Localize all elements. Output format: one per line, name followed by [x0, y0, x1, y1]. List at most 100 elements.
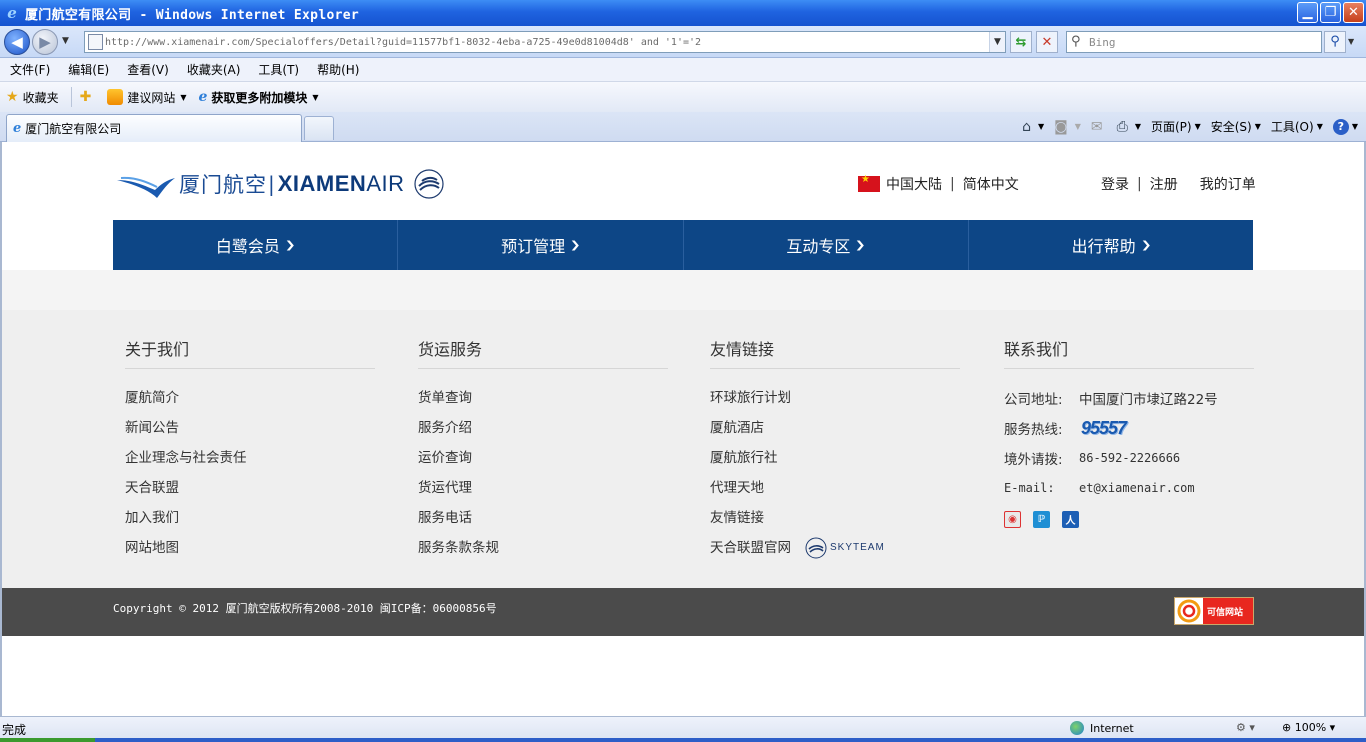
- footer-link[interactable]: 厦航旅行社: [710, 443, 960, 473]
- maximize-button[interactable]: ❐: [1320, 2, 1341, 23]
- chevron-down-icon: ▼: [1194, 122, 1201, 131]
- footer-column-links: 友情链接 环球旅行计划 厦航酒店 厦航旅行社 代理天地 友情链接 天合联盟官网: [710, 336, 960, 563]
- minimize-button[interactable]: ▁: [1297, 2, 1318, 23]
- footer-link[interactable]: 货单查询: [418, 383, 668, 413]
- footer-link[interactable]: 服务电话: [418, 503, 668, 533]
- page-viewport[interactable]: 厦门航空 | XIAMENAIR 中国大陆 | 简体中文 登录 | 注: [0, 142, 1366, 716]
- search-options-dropdown-icon[interactable]: ▼: [1348, 37, 1354, 46]
- footer-link[interactable]: 加入我们: [125, 503, 375, 533]
- nav-travel-help[interactable]: 出行帮助 ❯: [969, 220, 1253, 270]
- zoom-level-button[interactable]: ⊕ 100% ▾: [1282, 721, 1335, 734]
- search-button[interactable]: ⚲: [1324, 31, 1346, 53]
- renren-icon[interactable]: 人: [1062, 511, 1079, 528]
- read-mail-button[interactable]: ✉: [1091, 119, 1107, 135]
- command-bar: ⌂ ▼ ◙ ▼ ✉ ⎙ ▼ 页面(P) ▼ 安全(S) ▼ 工具(O) ▼ ? ▼: [1022, 118, 1358, 135]
- footer-column-title: 货运服务: [418, 336, 668, 369]
- chevron-down-icon: ▼: [1037, 122, 1045, 131]
- refresh-button[interactable]: ⇆: [1010, 31, 1032, 53]
- forward-button[interactable]: ▶: [32, 29, 58, 55]
- weibo-icon[interactable]: ◉: [1004, 511, 1021, 528]
- footer-column-about: 关于我们 厦航简介 新闻公告 企业理念与社会责任 天合联盟 加入我们 网站地图: [125, 336, 375, 563]
- address-input[interactable]: http://www.xiamenair.com/Specialoffers/D…: [84, 31, 1006, 53]
- safety-menu[interactable]: 安全(S) ▼: [1211, 118, 1261, 135]
- back-button[interactable]: ◀: [4, 29, 30, 55]
- nav-egret-membership[interactable]: 白鹭会员 ❯: [113, 220, 399, 270]
- footer-link[interactable]: 网站地图: [125, 533, 375, 563]
- footer-links: 关于我们 厦航简介 新闻公告 企业理念与社会责任 天合联盟 加入我们 网站地图 …: [2, 310, 1364, 588]
- footer-link[interactable]: 厦航简介: [125, 383, 375, 413]
- social-links: ◉ ℙ 人: [1004, 511, 1254, 528]
- add-to-favorites-bar-button[interactable]: ✚: [80, 89, 96, 105]
- menu-tools[interactable]: 工具(T): [258, 61, 299, 78]
- security-zone[interactable]: Internet: [1070, 721, 1134, 735]
- hotline-number: 95557: [1081, 417, 1127, 438]
- logo-divider: |: [268, 172, 275, 196]
- skyteam-badge[interactable]: SKYTEAM: [805, 537, 885, 559]
- protected-mode-icon[interactable]: ⚙ ▾: [1236, 721, 1255, 734]
- menu-edit[interactable]: 编辑(E): [68, 61, 109, 78]
- xiamenair-logo[interactable]: 厦门航空 | XIAMENAIR: [115, 168, 445, 200]
- tools-menu[interactable]: 工具(O) ▼: [1271, 118, 1323, 135]
- nav-label: 出行帮助: [1071, 237, 1136, 256]
- region-language-selector: 中国大陆 | 简体中文: [858, 174, 1019, 194]
- ie-logo-icon: e: [7, 4, 17, 22]
- suggested-sites-button[interactable]: 建议网站 ▼: [107, 89, 186, 106]
- contact-email[interactable]: et@xiamenair.com: [1079, 481, 1195, 495]
- footer-link[interactable]: 服务条款条规: [418, 533, 668, 563]
- footer-link[interactable]: 友情链接: [710, 503, 960, 533]
- footer-column-title: 友情链接: [710, 336, 960, 369]
- print-button[interactable]: ⎙ ▼: [1117, 119, 1141, 135]
- footer-column-contact: 联系我们 公司地址: 中国厦门市埭辽路22号 服务热线: 95557 境外请拨:…: [1004, 336, 1254, 528]
- close-button[interactable]: ✕: [1343, 2, 1364, 23]
- address-dropdown-icon[interactable]: ▼: [989, 32, 1005, 52]
- address-toolbar: ◀ ▶ ▼ http://www.xiamenair.com/Specialof…: [0, 26, 1366, 58]
- menu-favorites[interactable]: 收藏夹(A): [187, 61, 241, 78]
- footer-link[interactable]: 新闻公告: [125, 413, 375, 443]
- tencent-weibo-icon[interactable]: ℙ: [1033, 511, 1050, 528]
- new-tab-button[interactable]: [304, 116, 334, 140]
- stop-button[interactable]: ✕: [1036, 31, 1058, 53]
- footer-link[interactable]: 服务介绍: [418, 413, 668, 443]
- tab-xiamenair[interactable]: e 厦门航空有限公司: [6, 114, 302, 142]
- footer-link[interactable]: 运价查询: [418, 443, 668, 473]
- footer-link[interactable]: 货运代理: [418, 473, 668, 503]
- china-flag-icon: [858, 174, 880, 192]
- login-link[interactable]: 登录: [1101, 174, 1129, 194]
- region-link[interactable]: 中国大陆: [886, 174, 942, 194]
- recent-pages-dropdown-icon[interactable]: ▼: [62, 36, 69, 46]
- favorites-button[interactable]: ★ 收藏夹: [6, 89, 59, 106]
- register-link[interactable]: 注册: [1150, 174, 1178, 194]
- page-menu[interactable]: 页面(P) ▼: [1151, 118, 1201, 135]
- nav-booking-management[interactable]: 预订管理 ❯: [398, 220, 684, 270]
- chevron-down-icon: ▼: [1254, 122, 1261, 131]
- footer-link[interactable]: 代理天地: [710, 473, 960, 503]
- nav-interactive-zone[interactable]: 互动专区 ❯: [684, 220, 969, 270]
- feeds-button[interactable]: ◙ ▼: [1054, 119, 1081, 135]
- footer-link[interactable]: 天合联盟官网: [710, 537, 791, 559]
- language-link[interactable]: 简体中文: [963, 174, 1019, 194]
- chevron-down-icon: ❯: [855, 239, 867, 251]
- logo-chinese-name: 厦门航空: [179, 173, 267, 197]
- search-input[interactable]: ⚲ Bing: [1066, 31, 1322, 53]
- footer-link[interactable]: 厦航酒店: [710, 413, 960, 443]
- footer-link-skyteam-row: 天合联盟官网 SKYTEAM: [710, 533, 960, 563]
- menu-view[interactable]: 查看(V): [127, 61, 169, 78]
- footer-link[interactable]: 天合联盟: [125, 473, 375, 503]
- menu-help[interactable]: 帮助(H): [317, 61, 359, 78]
- tab-ie-icon: e: [13, 121, 22, 136]
- menu-file[interactable]: 文件(F): [10, 61, 50, 78]
- page-icon: [88, 34, 103, 50]
- egret-logo-icon: [117, 176, 175, 198]
- logo-english-bold: XIAMEN: [277, 171, 367, 196]
- footer-link[interactable]: 环球旅行计划: [710, 383, 960, 413]
- help-menu[interactable]: ? ▼: [1332, 118, 1358, 135]
- my-orders-link[interactable]: 我的订单: [1200, 174, 1256, 194]
- zoom-icon: ⊕: [1282, 721, 1295, 734]
- home-button[interactable]: ⌂ ▼: [1022, 119, 1044, 135]
- get-addons-button[interactable]: e 获取更多附加模块 ▼: [198, 89, 318, 106]
- trusted-site-badge[interactable]: 可信网站: [1174, 597, 1254, 625]
- separator: |: [1137, 176, 1142, 192]
- printer-icon: ⎙: [1116, 118, 1128, 135]
- footer-link[interactable]: 企业理念与社会责任: [125, 443, 375, 473]
- copyright-bar: Copyright © 2012 厦门航空版权所有2008-2010 闽ICP备…: [2, 588, 1364, 636]
